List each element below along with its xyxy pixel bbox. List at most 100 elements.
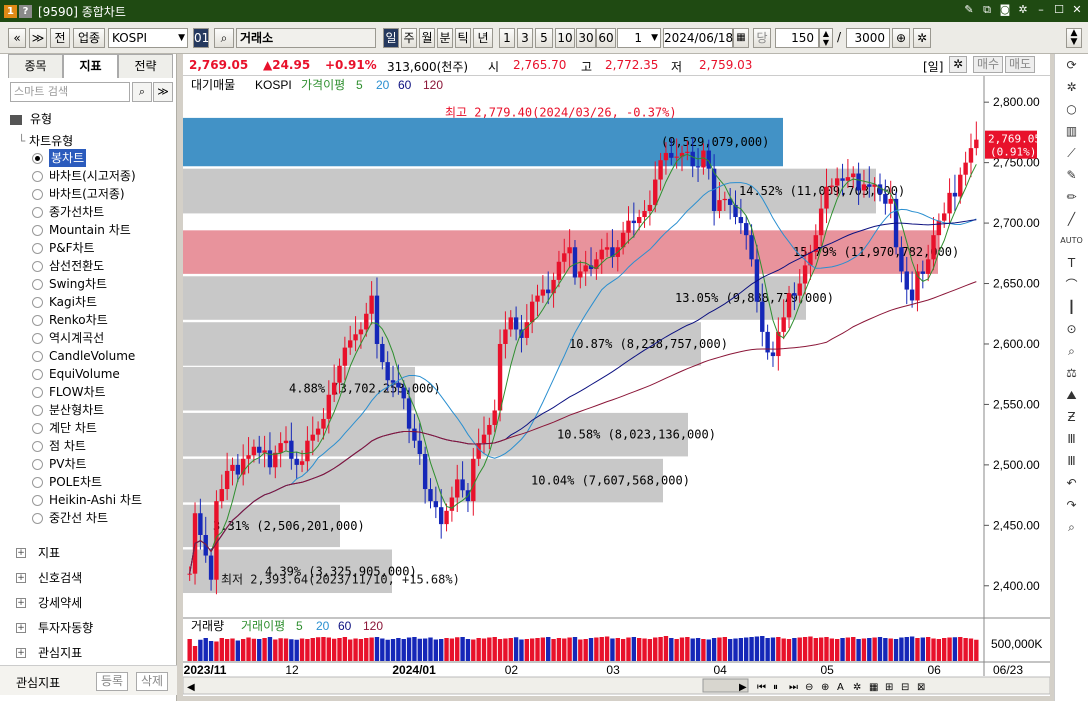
radio-icon[interactable] (32, 368, 43, 380)
calendar-icon[interactable]: ▦ (733, 28, 749, 48)
scrollbar-control-icon[interactable]: ▦ (869, 682, 878, 693)
camera-icon[interactable]: ◙ (998, 3, 1012, 17)
scrollbar-control-icon[interactable]: ⊕ (821, 682, 829, 693)
chart-type-item[interactable]: 분산형차트 (32, 401, 142, 419)
brush-icon[interactable]: ✏ (1055, 186, 1088, 208)
scrollbar-control-icon[interactable]: A (837, 682, 844, 693)
group-indicator[interactable]: + 지표 (16, 544, 60, 561)
radio-icon[interactable] (32, 260, 43, 272)
settings-gear-icon[interactable]: ✲ (949, 56, 967, 73)
close-icon[interactable]: ✕ (1070, 3, 1084, 17)
delete-button[interactable]: 삭제 (136, 672, 168, 691)
bars-input[interactable]: 150 (775, 28, 819, 48)
chart-type-item[interactable]: PV차트 (32, 455, 142, 473)
scrollbar-control-icon[interactable]: ✲ (853, 682, 861, 693)
chart-type-item[interactable]: EquiVolume (32, 365, 142, 383)
refresh-icon[interactable]: ⟳ (1055, 54, 1088, 76)
register-button[interactable]: 등록 (96, 672, 128, 691)
scrollbar-control-icon[interactable]: ⏮ (757, 682, 766, 693)
scrollbar-control-icon[interactable]: ⊖ (805, 682, 813, 693)
date-input[interactable]: 2024/06/18 (663, 28, 733, 48)
group-favorite[interactable]: + 관심지표 (16, 644, 82, 661)
symbol-input[interactable]: KOSPI ▼ (108, 28, 188, 48)
spinner-icon[interactable]: ▲ ▼ (819, 28, 833, 48)
scrollbar-control-icon[interactable]: ▶ (739, 682, 747, 693)
code-box[interactable]: 01 (193, 28, 209, 48)
radio-icon[interactable] (32, 440, 43, 452)
chart-type-item[interactable]: 바차트(고저종) (32, 185, 142, 203)
auto-icon[interactable]: AUTO (1055, 230, 1088, 252)
maximize-icon[interactable]: ☐ (1052, 3, 1066, 17)
config-gear-icon[interactable]: ✲ (913, 28, 931, 48)
minimize-icon[interactable]: – (1034, 3, 1048, 17)
zoom-icon[interactable]: ⊙ (1055, 318, 1088, 340)
interval-60[interactable]: 60 (596, 28, 616, 48)
memo-icon[interactable]: ✎ (962, 3, 976, 17)
radio-icon[interactable] (32, 404, 43, 416)
count-input[interactable]: 1 ▼ (617, 28, 661, 48)
current-button[interactable]: 당 (753, 28, 771, 48)
mountain-icon[interactable]: ⛰ (1055, 384, 1088, 406)
undo-icon[interactable]: ↶ (1055, 472, 1088, 494)
scrollbar-control-icon[interactable]: ◀ (187, 682, 195, 693)
radio-icon[interactable] (32, 278, 43, 290)
chart-type-item[interactable]: Heikin-Ashi 차트 (32, 491, 142, 509)
chart-type-item[interactable]: POLE차트 (32, 473, 142, 491)
period-month[interactable]: 월 (419, 28, 435, 48)
radio-icon[interactable] (32, 224, 43, 236)
candle-tool-icon[interactable]: ┃ (1055, 296, 1088, 318)
nav-prev-button[interactable]: « (8, 28, 26, 48)
radio-icon[interactable] (32, 494, 43, 506)
radio-icon[interactable] (32, 296, 43, 308)
chevron-down-icon[interactable]: ▼ (651, 29, 658, 47)
bars2-icon[interactable]: Ⅲ (1055, 450, 1088, 472)
chart-type-item[interactable]: Renko차트 (32, 311, 142, 329)
chart-type-item[interactable]: Kagi차트 (32, 293, 142, 311)
line-tool-icon[interactable]: ⟋ (1055, 142, 1088, 164)
chart-type-item[interactable]: Swing차트 (32, 275, 142, 293)
scrollbar-control-icon[interactable]: ⊠ (917, 682, 925, 693)
radio-icon[interactable] (32, 458, 43, 470)
chart-area[interactable]: (9,529,079,000)14.52% (11,009,703,000)15… (183, 76, 1050, 696)
search-icon[interactable]: ⌕ (1055, 516, 1088, 538)
pencil-icon[interactable]: ✎ (1055, 164, 1088, 186)
chart-type-item[interactable]: 삼선전환도 (32, 257, 142, 275)
chart-type-item[interactable]: 바차트(시고저종) (32, 167, 142, 185)
bars-icon[interactable]: Ⅲ (1055, 428, 1088, 450)
interval-5[interactable]: 5 (535, 28, 553, 48)
radio-icon[interactable] (32, 512, 43, 524)
radio-icon[interactable] (32, 206, 43, 218)
chevron-down-icon[interactable]: ▼ (178, 29, 185, 47)
chart-type-item[interactable]: Mountain 차트 (32, 221, 142, 239)
zoom-in-icon[interactable]: ⊕ (892, 28, 910, 48)
scale-icon[interactable]: ⚖ (1055, 362, 1088, 384)
period-tick[interactable]: 틱 (455, 28, 471, 48)
chart-type-item[interactable]: P&F차트 (32, 239, 142, 257)
scrollbar-control-icon[interactable]: ⊟ (901, 682, 909, 693)
search-icon[interactable]: ⌕ (132, 82, 152, 102)
radio-icon[interactable] (32, 242, 43, 254)
scrollbar-control-icon[interactable]: ⊞ (885, 682, 893, 693)
trendline-icon[interactable]: ╱ (1055, 208, 1088, 230)
buy-button[interactable]: 매수 (973, 56, 1003, 73)
help-badge[interactable]: ? (19, 4, 32, 18)
interval-30[interactable]: 30 (576, 28, 596, 48)
redo-icon[interactable]: ↷ (1055, 494, 1088, 516)
interval-10[interactable]: 10 (555, 28, 575, 48)
radio-icon[interactable] (32, 476, 43, 488)
chart-type-item[interactable]: FLOW차트 (32, 383, 142, 401)
interval-3[interactable]: 3 (517, 28, 533, 48)
toolbar-scroll-icon[interactable]: ▲ ▼ (1066, 28, 1082, 48)
radio-icon[interactable] (32, 152, 43, 164)
smart-search-input[interactable]: 스마트 검색 (10, 82, 130, 102)
tab-strategy[interactable]: 전략 (118, 54, 173, 78)
group-investor[interactable]: + 투자자동향 (16, 619, 93, 636)
magnet-icon[interactable]: ⌒ (1055, 274, 1088, 296)
link-icon[interactable]: ⧉ (980, 3, 994, 17)
radio-icon[interactable] (32, 170, 43, 182)
all-button[interactable]: 전 (50, 28, 70, 48)
radio-icon[interactable] (32, 314, 43, 326)
group-signal-search[interactable]: + 신호검색 (16, 569, 82, 586)
type-row[interactable]: 유형 (10, 110, 175, 128)
scrollbar-control-icon[interactable]: ⏭ (789, 682, 798, 693)
